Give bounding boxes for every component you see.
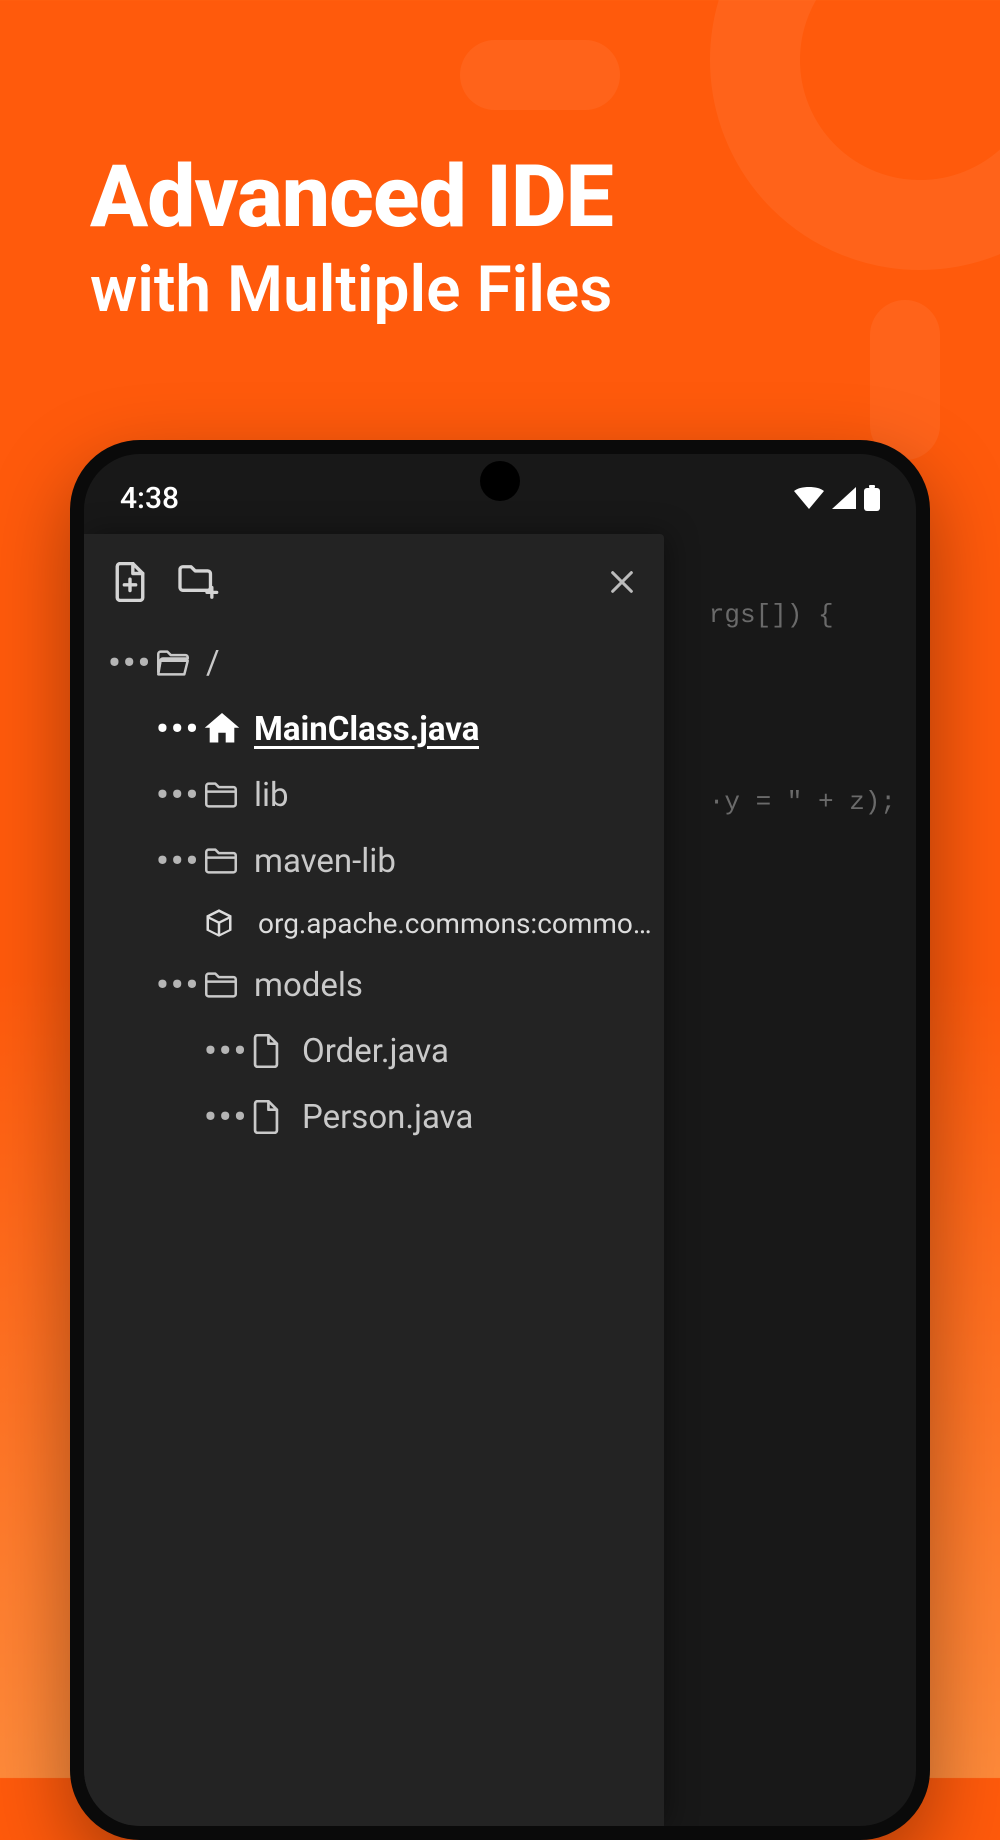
file-icon bbox=[252, 1034, 296, 1068]
headline-line2: with Multiple Files bbox=[90, 255, 613, 325]
tree-item-package[interactable]: org.apache.commons:commo… bbox=[84, 894, 664, 952]
tree-item-label: org.apache.commons:commo… bbox=[248, 907, 652, 940]
folder-icon bbox=[204, 971, 248, 999]
code-editor-background: rgs[]) { ·y = " + z); bbox=[709, 584, 896, 834]
file-tree: ••• / ••• MainClass.java ••• bbox=[84, 620, 664, 1150]
tree-item-label: lib bbox=[248, 776, 289, 815]
tree-item-lib[interactable]: ••• lib bbox=[84, 762, 664, 828]
app-screen: 4:38 rgs[]) { ·y = " + z); bbox=[84, 454, 916, 1826]
marketing-headline: Advanced IDE with Multiple Files bbox=[90, 150, 613, 325]
new-file-button[interactable] bbox=[108, 560, 152, 604]
phone-mockup: 4:38 rgs[]) { ·y = " + z); bbox=[70, 440, 930, 1840]
wifi-icon bbox=[794, 487, 824, 509]
status-icons bbox=[794, 485, 880, 511]
tree-item-label: maven-lib bbox=[248, 842, 396, 881]
package-icon bbox=[204, 908, 248, 938]
folder-icon bbox=[204, 847, 248, 875]
signal-icon bbox=[832, 487, 856, 509]
tree-item-models[interactable]: ••• models bbox=[84, 952, 664, 1018]
tree-item-order[interactable]: ••• Order.java bbox=[84, 1018, 664, 1084]
new-folder-icon bbox=[177, 564, 219, 600]
tree-item-label: Order.java bbox=[296, 1032, 449, 1071]
battery-icon bbox=[864, 485, 880, 511]
file-explorer-panel: ••• / ••• MainClass.java ••• bbox=[84, 534, 664, 1826]
home-icon bbox=[204, 713, 248, 745]
phone-camera-notch bbox=[480, 461, 520, 501]
tree-item-label: Person.java bbox=[296, 1098, 473, 1137]
status-time: 4:38 bbox=[120, 481, 179, 516]
folder-open-icon bbox=[156, 649, 200, 677]
file-icon bbox=[252, 1100, 296, 1134]
folder-icon bbox=[204, 781, 248, 809]
new-file-icon bbox=[113, 562, 147, 602]
tree-item-mavenlib[interactable]: ••• maven-lib bbox=[84, 828, 664, 894]
close-icon bbox=[608, 568, 636, 596]
panel-toolbar bbox=[84, 554, 664, 620]
tree-item-mainclass[interactable]: ••• MainClass.java bbox=[84, 696, 664, 762]
tree-item-person[interactable]: ••• Person.java bbox=[84, 1084, 664, 1150]
new-folder-button[interactable] bbox=[176, 560, 220, 604]
headline-line1: Advanced IDE bbox=[90, 150, 613, 245]
tree-root[interactable]: ••• / bbox=[84, 630, 664, 696]
close-panel-button[interactable] bbox=[600, 560, 644, 604]
tree-item-label: MainClass.java bbox=[248, 710, 479, 749]
tree-root-label: / bbox=[200, 644, 220, 683]
tree-item-label: models bbox=[248, 966, 363, 1005]
